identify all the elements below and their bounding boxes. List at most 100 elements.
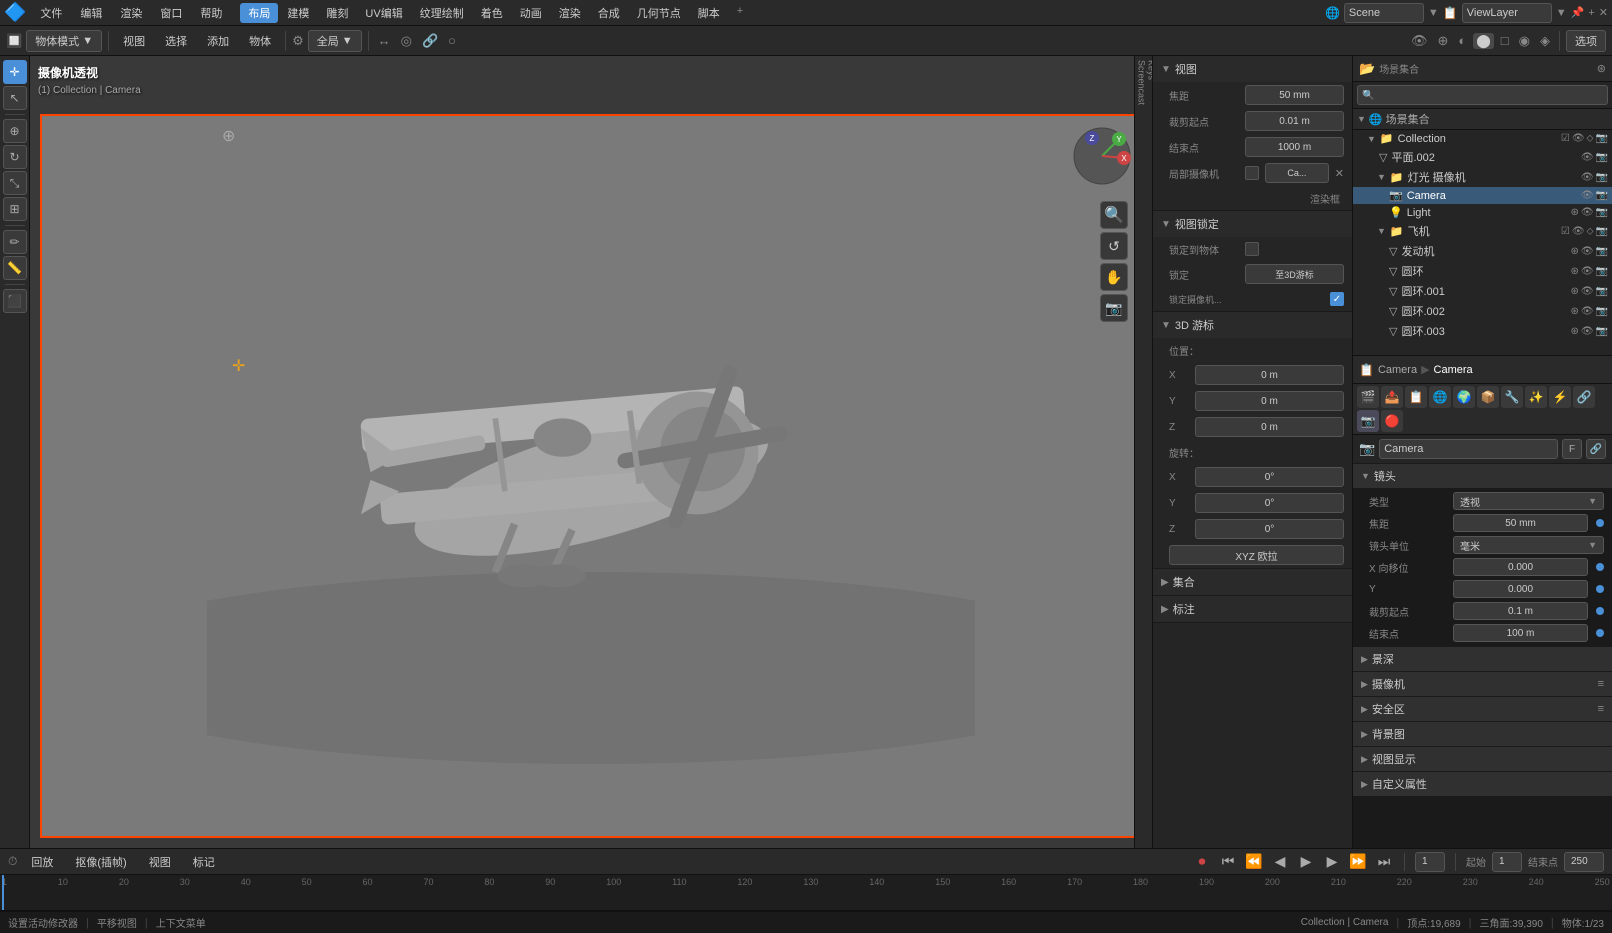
select-menu[interactable]: 选择 xyxy=(157,31,195,51)
ws-compositing[interactable]: 合成 xyxy=(590,3,628,23)
ring2-eye[interactable]: 👁 xyxy=(1581,286,1594,297)
transform-icon[interactable]: ↔ xyxy=(375,33,394,48)
scene-input[interactable] xyxy=(1344,3,1424,23)
lens-header[interactable]: ▼ 镜头 xyxy=(1353,464,1612,488)
render-icon[interactable]: ◈ xyxy=(1537,33,1553,49)
ring2-render[interactable]: 📷 xyxy=(1596,286,1608,297)
ws-geometry[interactable]: 几何节点 xyxy=(629,3,689,23)
playback-menu[interactable]: 回放 xyxy=(23,852,61,872)
focal-value[interactable]: 50 mm xyxy=(1245,85,1344,105)
render-preview-icon[interactable]: ◉ xyxy=(1516,33,1533,49)
camera-name-input[interactable] xyxy=(1379,439,1558,459)
menu-render[interactable]: 渲染 xyxy=(112,3,150,23)
ap-eye[interactable]: 👁 xyxy=(1572,226,1585,237)
ws-modeling[interactable]: 建模 xyxy=(279,3,317,23)
props-modifier-tab[interactable]: 🔧 xyxy=(1501,386,1523,408)
status-setup-modifier[interactable]: 设置活动修改器 xyxy=(8,915,78,930)
global-selector[interactable]: 全局 ▼ xyxy=(308,30,362,52)
measure-tool[interactable]: 📏 xyxy=(3,256,27,280)
link-btn[interactable]: 🔗 xyxy=(1586,439,1606,459)
select-tool[interactable]: ↖ xyxy=(3,86,27,110)
status-context-menu[interactable]: 上下文菜单 xyxy=(156,915,206,930)
camera-dropdown[interactable]: Ca... xyxy=(1265,163,1329,183)
focal-prop-input[interactable]: 50 mm xyxy=(1453,514,1588,532)
ring4-eye[interactable]: 👁 xyxy=(1581,326,1594,337)
ap-restrict[interactable]: ☑ xyxy=(1561,226,1570,237)
ws-shading[interactable]: 着色 xyxy=(473,3,511,23)
cam-eye[interactable]: 👁 xyxy=(1581,190,1594,201)
ap-select[interactable]: ⬦ xyxy=(1587,226,1594,237)
pin-icon[interactable]: 📌 xyxy=(1571,6,1585,19)
move-tool[interactable]: ⊕ xyxy=(3,119,27,143)
new-scene-icon[interactable]: + xyxy=(1588,7,1594,19)
wireframe-icon[interactable]: □ xyxy=(1498,33,1512,48)
scale-tool[interactable]: ⤡ xyxy=(3,171,27,195)
collection-eye[interactable]: 👁 xyxy=(1572,133,1585,144)
prev-key-btn[interactable]: ◀ xyxy=(1270,853,1290,870)
scene-menu-icon[interactable]: ▼ xyxy=(1428,7,1439,19)
lc-eye[interactable]: 👁 xyxy=(1581,172,1594,183)
to-3d-btn[interactable]: 至3D游标 xyxy=(1245,264,1344,284)
props-particles-tab[interactable]: ✨ xyxy=(1525,386,1547,408)
cam-sec-menu[interactable]: ≡ xyxy=(1598,678,1604,690)
euler-selector[interactable]: XYZ 欧拉 xyxy=(1169,545,1344,565)
ring2-filter[interactable]: ⊛ xyxy=(1570,286,1578,297)
props-world-tab[interactable]: 🌍 xyxy=(1453,386,1475,408)
ring1-eye[interactable]: 👁 xyxy=(1581,266,1594,277)
camera-close-icon[interactable]: ✕ xyxy=(1335,167,1344,180)
light-filter-icon[interactable]: ⊛ xyxy=(1570,207,1578,218)
rot-x-value[interactable]: 0° xyxy=(1195,467,1344,487)
props-view-layer-tab[interactable]: 📋 xyxy=(1405,386,1427,408)
safe-area-header[interactable]: ▶ 安全区 ≡ xyxy=(1353,697,1612,721)
unit-selector[interactable]: 毫米 ▼ xyxy=(1453,536,1604,554)
shift-y-input[interactable]: 0.000 xyxy=(1453,580,1588,598)
clip-start-value[interactable]: 0.01 m xyxy=(1245,111,1344,131)
ring-item-2[interactable]: ▽ 圆环.001 ⊛ 👁 📷 xyxy=(1353,281,1612,301)
hand-btn[interactable]: ✋ xyxy=(1100,263,1128,291)
pos-y-value[interactable]: 0 m xyxy=(1195,391,1344,411)
engine-item[interactable]: ▽ 发动机 ⊛ 👁 📷 xyxy=(1353,241,1612,261)
menu-window[interactable]: 窗口 xyxy=(152,3,190,23)
rot-y-value[interactable]: 0° xyxy=(1195,493,1344,513)
ws-add[interactable]: + xyxy=(729,3,751,23)
ring3-eye[interactable]: 👁 xyxy=(1581,306,1594,317)
add-cube-tool[interactable]: ⬛ xyxy=(3,289,27,313)
clip-start-prop-input[interactable]: 0.1 m xyxy=(1453,602,1588,620)
lc-render[interactable]: 📷 xyxy=(1596,172,1608,183)
props-object-tab[interactable]: 📦 xyxy=(1477,386,1499,408)
ring3-filter[interactable]: ⊛ xyxy=(1570,306,1578,317)
eng-render[interactable]: 📷 xyxy=(1596,246,1608,257)
fake-user-btn[interactable]: F xyxy=(1562,439,1582,459)
proportional-icon[interactable]: ○ xyxy=(445,33,459,48)
pos-x-value[interactable]: 0 m xyxy=(1195,365,1344,385)
plane-item[interactable]: ▽ 平面.002 👁 📷 xyxy=(1353,147,1612,167)
add-menu[interactable]: 添加 xyxy=(199,31,237,51)
pivot-icon[interactable]: ◎ xyxy=(398,33,415,49)
plane-eye[interactable]: 👁 xyxy=(1581,152,1594,163)
camera-section-header[interactable]: ▶ 摄像机 ≡ xyxy=(1353,672,1612,696)
ring-item-1[interactable]: ▽ 圆环 ⊛ 👁 📷 xyxy=(1353,261,1612,281)
camera-view-btn[interactable]: 📷 xyxy=(1100,294,1128,322)
solid-icon[interactable]: ⬤ xyxy=(1473,33,1494,49)
props-render-tab[interactable]: 🎬 xyxy=(1357,386,1379,408)
outliner-collection[interactable]: ▼ 📁 Collection ☑ 👁 ⬦ 📷 xyxy=(1353,130,1612,147)
camera-item[interactable]: 📷 Camera 👁 📷 xyxy=(1353,187,1612,204)
blender-logo[interactable]: 🔷 xyxy=(4,2,26,23)
view-layer-menu-icon[interactable]: ▼ xyxy=(1556,7,1567,19)
props-scene-tab[interactable]: 🌐 xyxy=(1429,386,1451,408)
skip-end-btn[interactable]: ⏭ xyxy=(1374,853,1394,870)
rotate-tool[interactable]: ↻ xyxy=(3,145,27,169)
ring3-render[interactable]: 📷 xyxy=(1596,306,1608,317)
ring4-render[interactable]: 📷 xyxy=(1596,326,1608,337)
transform-tool[interactable]: ⊞ xyxy=(3,197,27,221)
safe-menu[interactable]: ≡ xyxy=(1598,703,1604,715)
menu-edit[interactable]: 编辑 xyxy=(72,3,110,23)
zoom-in-btn[interactable]: 🔍 xyxy=(1100,201,1128,229)
close-icon[interactable]: ✕ xyxy=(1599,6,1608,19)
annotation-header[interactable]: ▶ 标注 xyxy=(1153,596,1352,622)
ring1-filter[interactable]: ⊛ xyxy=(1570,266,1578,277)
mark-menu[interactable]: 标记 xyxy=(185,852,223,872)
eng-filter[interactable]: ⊛ xyxy=(1570,246,1578,257)
menu-help[interactable]: 帮助 xyxy=(192,3,230,23)
view-display-header[interactable]: ▶ 视图显示 xyxy=(1353,747,1612,771)
